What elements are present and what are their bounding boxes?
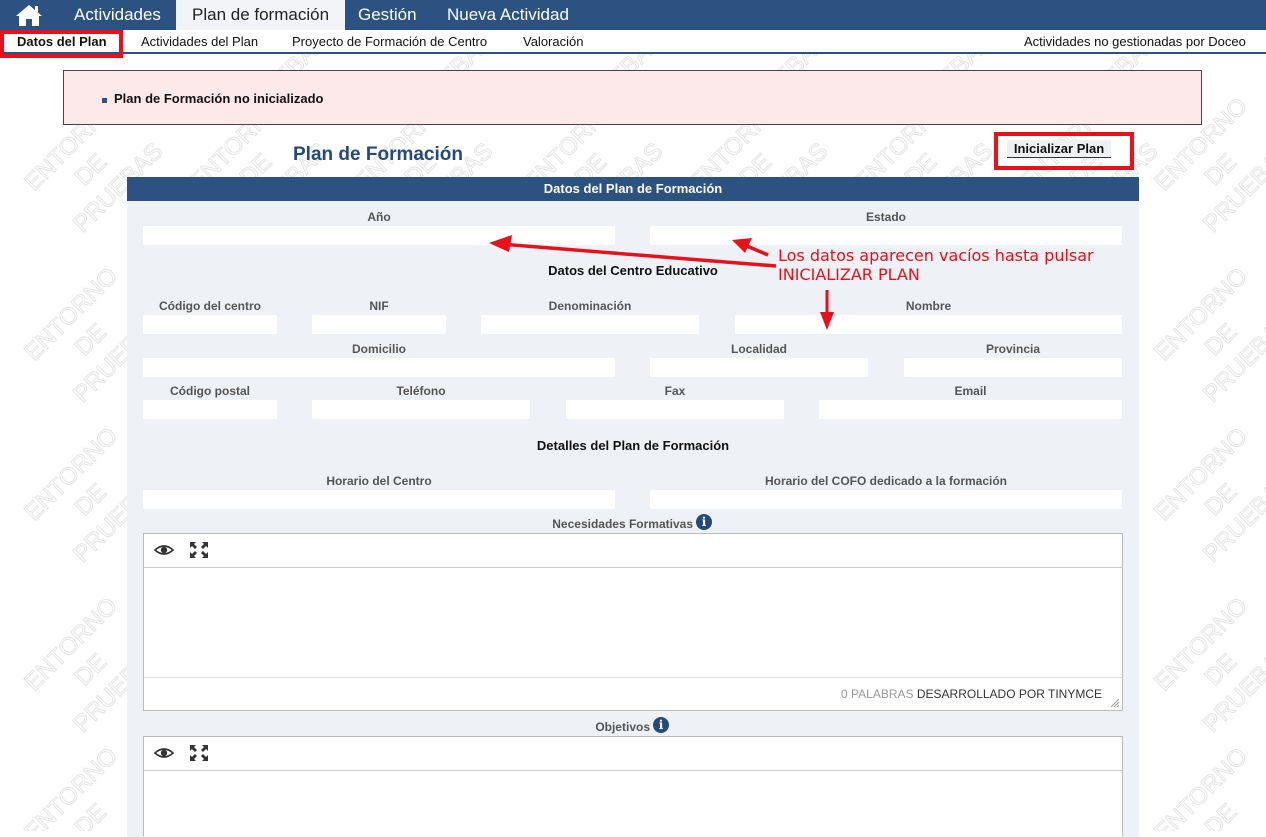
word-count-value: 0 PALABRAS xyxy=(841,687,914,701)
codigo-centro-field[interactable] xyxy=(143,315,277,334)
telefono-field[interactable] xyxy=(312,400,530,419)
sub-navigation: Datos del Plan Actividades del Plan Proy… xyxy=(0,30,1266,54)
tab-gestion[interactable]: Gestión xyxy=(342,0,433,30)
objetivos-label: Objetivos xyxy=(595,720,650,734)
panel-header: Datos del Plan de Formación xyxy=(127,177,1139,201)
eye-icon[interactable] xyxy=(153,744,175,762)
nombre-field[interactable] xyxy=(735,315,1122,334)
codigo-postal-field[interactable] xyxy=(143,400,277,419)
tab-plan-de-formacion[interactable]: Plan de formación xyxy=(176,0,346,30)
nif-field[interactable] xyxy=(312,315,446,334)
editor-toolbar xyxy=(144,534,1122,568)
resize-handle[interactable] xyxy=(1111,699,1119,707)
svg-text:DE: DE xyxy=(1199,479,1242,522)
telefono-label: Teléfono xyxy=(396,384,446,398)
annotation-line-1: Los datos aparecen vacíos hasta pulsar xyxy=(778,246,1094,265)
svg-text:ENTORNO: ENTORNO xyxy=(19,743,123,831)
svg-text:DE: DE xyxy=(69,649,112,692)
subtab-actividades-del-plan[interactable]: Actividades del Plan xyxy=(141,34,258,49)
fullscreen-icon[interactable] xyxy=(188,541,210,559)
editor-toolbar xyxy=(144,737,1122,771)
svg-text:DE: DE xyxy=(1199,149,1242,192)
fax-label: Fax xyxy=(664,384,686,398)
svg-text:DE: DE xyxy=(69,479,112,522)
svg-text:ENTORNO: ENTORNO xyxy=(19,593,123,697)
necesidades-editor[interactable]: 0 PALABRAS DESARROLLADO POR TINYMCE xyxy=(143,533,1123,711)
email-field[interactable] xyxy=(819,400,1122,419)
highlight-box-inicializar xyxy=(994,132,1134,170)
codigo-centro-label: Código del centro xyxy=(159,299,261,313)
svg-text:PRUEBAS: PRUEBAS xyxy=(1198,638,1266,738)
objetivos-editor[interactable] xyxy=(143,736,1123,836)
svg-text:DE: DE xyxy=(69,319,112,362)
codigo-postal-label: Código postal xyxy=(170,384,250,398)
svg-text:DE: DE xyxy=(1199,799,1242,831)
alert-box: Plan de Formación no inicializado xyxy=(63,70,1202,125)
estado-field[interactable] xyxy=(650,226,1122,245)
annotation-note: Los datos aparecen vacíos hasta pulsar I… xyxy=(778,246,1094,284)
estado-label: Estado xyxy=(865,210,906,224)
anio-label: Año xyxy=(367,210,391,224)
subtab-valoracion[interactable]: Valoración xyxy=(523,34,583,49)
highlight-box-datos-del-plan xyxy=(0,30,123,58)
detalles-section-title: Detalles del Plan de Formación xyxy=(536,438,730,453)
provincia-label: Provincia xyxy=(985,342,1041,356)
svg-text:ENTORNO: ENTORNO xyxy=(19,423,123,527)
alert-message: Plan de Formación no inicializado xyxy=(114,91,324,106)
centro-section-title: Datos del Centro Educativo xyxy=(548,263,718,278)
domicilio-label: Domicilio xyxy=(351,342,406,356)
eye-icon[interactable] xyxy=(153,541,175,559)
svg-text:PRUEBAS: PRUEBAS xyxy=(1198,138,1266,238)
top-navigation: Actividades Plan de formación Gestión Nu… xyxy=(0,0,1266,30)
svg-text:ENTORNO: ENTORNO xyxy=(1149,263,1253,367)
fax-field[interactable] xyxy=(566,400,784,419)
tab-nueva-actividad[interactable]: Nueva Actividad xyxy=(431,0,585,30)
svg-text:PRUEBAS: PRUEBAS xyxy=(1198,468,1266,568)
svg-text:ENTORNO: ENTORNO xyxy=(1149,423,1253,527)
horario-cofo-field[interactable] xyxy=(650,490,1122,509)
nombre-label: Nombre xyxy=(905,299,952,313)
info-icon[interactable]: i xyxy=(696,514,712,530)
fullscreen-icon[interactable] xyxy=(188,744,210,762)
horario-cofo-label: Horario del COFO dedicado a la formación xyxy=(764,474,1008,488)
svg-text:ENTORNO: ENTORNO xyxy=(1149,743,1253,831)
domicilio-field[interactable] xyxy=(143,358,615,377)
svg-text:ENTORNO: ENTORNO xyxy=(1149,593,1253,697)
nif-label: NIF xyxy=(369,299,389,313)
svg-text:DE: DE xyxy=(1199,319,1242,362)
anio-field[interactable] xyxy=(143,226,615,245)
editor-statusbar: 0 PALABRAS DESARROLLADO POR TINYMCE xyxy=(144,677,1122,710)
localidad-field[interactable] xyxy=(650,358,868,377)
provincia-field[interactable] xyxy=(904,358,1122,377)
subtab-proyecto-formacion-centro[interactable]: Proyecto de Formación de Centro xyxy=(292,34,487,49)
svg-text:DE: DE xyxy=(1199,649,1242,692)
localidad-label: Localidad xyxy=(730,342,787,356)
info-icon[interactable]: i xyxy=(653,717,669,733)
home-icon[interactable] xyxy=(14,3,44,27)
svg-text:DE: DE xyxy=(69,149,112,192)
svg-text:ENTORNO: ENTORNO xyxy=(19,263,123,367)
svg-text:PRUEBAS: PRUEBAS xyxy=(1198,308,1266,408)
necesidades-label: Necesidades Formativas xyxy=(552,517,693,531)
subtab-actividades-no-gestionadas[interactable]: Actividades no gestionadas por Doceo xyxy=(1024,34,1246,49)
annotation-line-2: INICIALIZAR PLAN xyxy=(778,265,920,284)
svg-text:DE: DE xyxy=(69,799,112,831)
page-title: Plan de Formación xyxy=(293,144,463,165)
denominacion-label: Denominación xyxy=(548,299,632,313)
tab-actividades[interactable]: Actividades xyxy=(58,0,177,30)
powered-by-tinymce[interactable]: DESARROLLADO POR TINYMCE xyxy=(917,687,1102,701)
email-label: Email xyxy=(954,384,987,398)
alert-bullet xyxy=(102,98,107,103)
horario-centro-label: Horario del Centro xyxy=(326,474,432,488)
denominacion-field[interactable] xyxy=(481,315,699,334)
horario-centro-field[interactable] xyxy=(143,490,615,509)
word-count: 0 PALABRAS DESARROLLADO POR TINYMCE xyxy=(841,687,1102,701)
